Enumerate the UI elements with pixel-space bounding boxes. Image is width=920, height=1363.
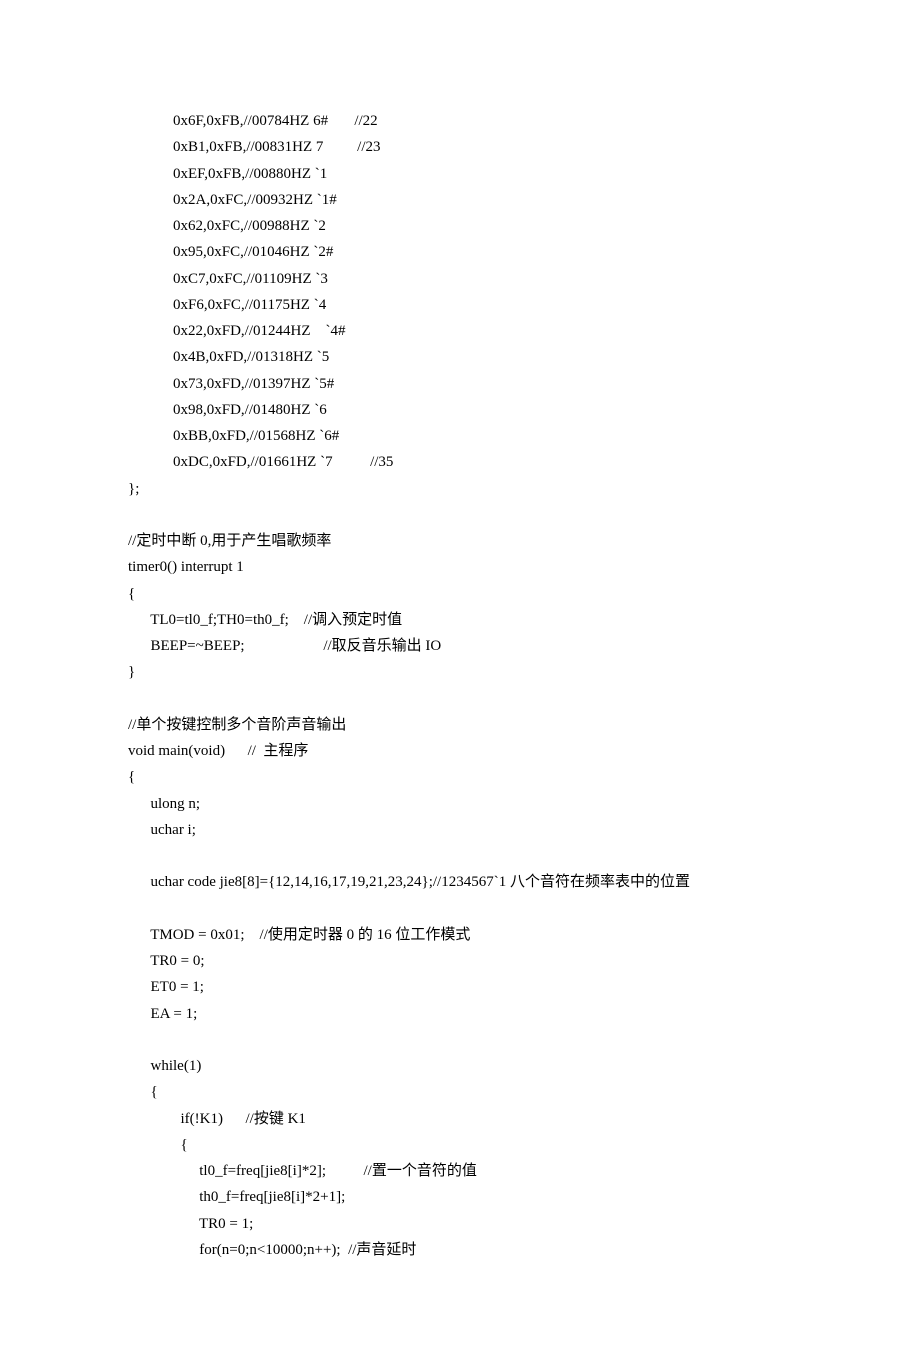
code-line: } [128,659,792,685]
code-line: { [128,1079,792,1105]
code-line: uchar i; [128,817,792,843]
code-line: 0x4B,0xFD,//01318HZ `5 [128,344,792,370]
code-line: while(1) [128,1053,792,1079]
code-line: TR0 = 1; [128,1211,792,1237]
code-line: 0x22,0xFD,//01244HZ `4# [128,318,792,344]
code-line: 0xC7,0xFC,//01109HZ `3 [128,266,792,292]
code-line: TL0=tl0_f;TH0=th0_f; //调入预定时值 [128,607,792,633]
code-line [128,1027,792,1053]
code-line: timer0() interrupt 1 [128,554,792,580]
code-line: EA = 1; [128,1001,792,1027]
code-line: 0x98,0xFD,//01480HZ `6 [128,397,792,423]
code-line [128,843,792,869]
code-line: for(n=0;n<10000;n++); //声音延时 [128,1237,792,1263]
code-line: 0xEF,0xFB,//00880HZ `1 [128,161,792,187]
code-line: 0x2A,0xFC,//00932HZ `1# [128,187,792,213]
code-line: void main(void) // 主程序 [128,738,792,764]
code-line: TMOD = 0x01; //使用定时器 0 的 16 位工作模式 [128,922,792,948]
code-line: //单个按键控制多个音阶声音输出 [128,712,792,738]
document-page: 0x6F,0xFB,//00784HZ 6# //22 0xB1,0xFB,//… [0,0,920,1363]
code-line [128,686,792,712]
code-line: }; [128,476,792,502]
code-line: 0xBB,0xFD,//01568HZ `6# [128,423,792,449]
code-line: 0x6F,0xFB,//00784HZ 6# //22 [128,108,792,134]
code-line: 0x62,0xFC,//00988HZ `2 [128,213,792,239]
code-line: 0xB1,0xFB,//00831HZ 7 //23 [128,134,792,160]
code-line: { [128,581,792,607]
code-line: if(!K1) //按键 K1 [128,1106,792,1132]
code-line: //定时中断 0,用于产生唱歌频率 [128,528,792,554]
code-line [128,502,792,528]
code-line: 0x95,0xFC,//01046HZ `2# [128,239,792,265]
code-line: 0xF6,0xFC,//01175HZ `4 [128,292,792,318]
code-line: ET0 = 1; [128,974,792,1000]
code-line: ulong n; [128,791,792,817]
code-line: TR0 = 0; [128,948,792,974]
code-line: tl0_f=freq[jie8[i]*2]; //置一个音符的值 [128,1158,792,1184]
code-line: uchar code jie8[8]={12,14,16,17,19,21,23… [128,869,792,895]
code-line: 0x73,0xFD,//01397HZ `5# [128,371,792,397]
code-line: th0_f=freq[jie8[i]*2+1]; [128,1184,792,1210]
code-line: { [128,1132,792,1158]
code-line: 0xDC,0xFD,//01661HZ `7 //35 [128,449,792,475]
code-line [128,896,792,922]
code-line: BEEP=~BEEP; //取反音乐输出 IO [128,633,792,659]
code-line: { [128,764,792,790]
